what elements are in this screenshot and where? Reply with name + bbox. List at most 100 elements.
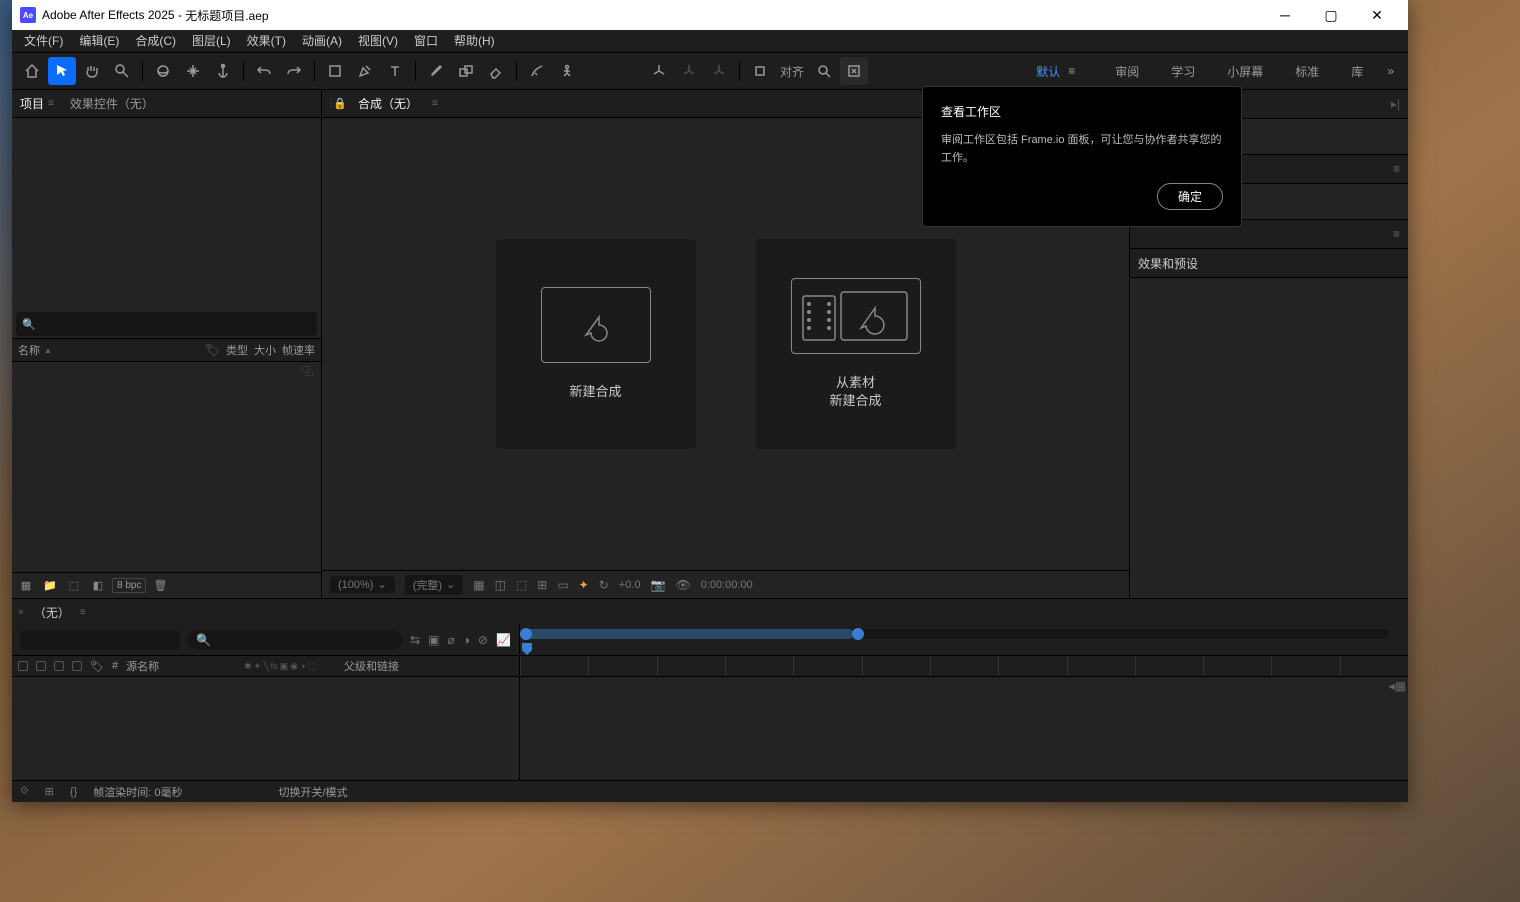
hamburger-icon[interactable]: ≡ [426,98,444,109]
toggle-switches-modes[interactable]: 切换开关/模式 [279,784,348,800]
tooltip-ok-button[interactable]: 确定 [1157,183,1223,210]
timecode[interactable]: 0:00:00:00 [701,579,753,591]
hamburger-icon[interactable]: ≡ [1393,227,1400,241]
zoom-handle-left[interactable] [520,628,532,640]
timeline-tab-none[interactable]: （无） [30,604,74,621]
audio-header-icon[interactable] [36,661,46,671]
new-folder-icon[interactable]: 📁 [40,577,60,595]
lock-header-icon[interactable] [72,661,82,671]
panel-grip-icon[interactable]: ⋮⋮ [322,98,330,109]
comp-mini-flowchart-icon[interactable]: ⇆ [410,633,420,647]
text-tool[interactable] [381,57,409,85]
roto-tool[interactable] [523,57,551,85]
workspace-review[interactable]: 审阅 [1099,53,1155,89]
interpret-footage-icon[interactable]: ▦ [16,577,36,595]
timeline-tracks[interactable]: ◂▦ [520,677,1408,780]
timeline-navigator[interactable] [522,629,1388,639]
clone-tool[interactable] [452,57,480,85]
zoom-tool[interactable] [108,57,136,85]
puppet-tool[interactable] [553,57,581,85]
graph-editor-icon[interactable]: 📈 [496,633,511,647]
grid-icon[interactable]: ⊞ [537,578,547,592]
frame-blend-icon[interactable]: ◑ [463,633,470,647]
project-search-input[interactable]: 🔍 [16,312,317,336]
hand-tool[interactable] [78,57,106,85]
workspace-small[interactable]: 小屏幕 [1211,53,1279,89]
home-button[interactable] [18,57,46,85]
eye-header-icon[interactable] [18,661,28,671]
window-maximize-button[interactable]: ▢ [1308,0,1354,30]
menu-help[interactable]: 帮助(H) [446,30,503,52]
new-comp-icon[interactable]: ⬚ [64,577,84,595]
new-comp-from-footage-card[interactable]: 从素材新建合成 [756,239,956,449]
resolution-dropdown[interactable]: (完整) ⌄ [405,575,464,595]
rectangle-tool[interactable] [321,57,349,85]
eraser-tool[interactable] [482,57,510,85]
menu-file[interactable]: 文件(F) [16,30,71,52]
hamburger-icon[interactable]: ≡ [74,607,92,618]
pan-behind-tool[interactable] [179,57,207,85]
label-header-icon[interactable]: 🏷 [90,660,104,673]
orbit-tool[interactable] [149,57,177,85]
menu-edit[interactable]: 编辑(E) [71,30,127,52]
zoom-dropdown[interactable]: (100%) ⌄ [330,576,395,593]
3d-axis-local-icon[interactable] [645,57,673,85]
playhead-icon[interactable] [522,643,532,655]
toggle-in-out-icon[interactable]: {} [70,786,77,798]
3d-axis-view-icon[interactable] [705,57,733,85]
anchor-tool[interactable] [209,57,237,85]
adjust-icon[interactable]: ◧ [88,577,108,595]
col-source-name[interactable]: 源名称 [126,658,236,674]
workspace-library[interactable]: 库 [1335,53,1379,89]
bpc-indicator[interactable]: 8 bpc [112,578,146,593]
timeline-search-input[interactable]: 🔍 [188,630,402,650]
reset-exposure-icon[interactable]: ↻ [599,578,609,592]
undo-icon[interactable] [250,57,278,85]
shy-icon[interactable]: ⌀ [448,633,455,647]
snapping-extend-icon[interactable] [840,57,868,85]
hamburger-icon[interactable]: ≡ [1393,162,1400,176]
motion-blur-icon[interactable]: ⊘ [478,633,488,647]
show-snapshot-icon[interactable]: 👁 [675,578,690,592]
window-minimize-button[interactable]: ─ [1262,0,1308,30]
col-parent-link[interactable]: 父级和链接 [344,658,399,674]
zoom-handle-right[interactable] [852,628,864,640]
nav-forward-icon[interactable]: ▸| [1391,97,1400,111]
index-header[interactable]: # [112,660,118,672]
color-mgmt-icon[interactable]: ✦ [579,578,589,592]
toggle-modes-icon[interactable]: ⊞ [45,785,54,798]
col-type[interactable]: 类型 [226,342,248,358]
menu-effect[interactable]: 效果(T) [239,30,294,52]
pen-tool[interactable] [351,57,379,85]
timeline-layers[interactable] [12,677,519,780]
selection-tool[interactable] [48,57,76,85]
snapshot-icon[interactable]: 📷 [651,578,666,592]
tab-effect-controls[interactable]: 效果控件（无） [62,90,162,117]
menu-anim[interactable]: 动画(A) [294,30,350,52]
time-ruler[interactable] [520,655,1408,677]
project-item-list[interactable] [12,380,321,572]
label-icon[interactable]: 🏷 [205,343,220,357]
menu-view[interactable]: 视图(V) [350,30,406,52]
menu-layer[interactable]: 图层(L) [184,30,239,52]
hamburger-icon[interactable]: ≡ [48,98,54,109]
hamburger-icon[interactable]: ≡ [1060,64,1083,78]
timecode-input[interactable] [20,630,180,650]
col-size[interactable]: 大小 [254,342,276,358]
col-fps[interactable]: 帧速率 [282,342,315,358]
tab-composition[interactable]: 合成（无） [350,90,426,117]
trash-icon[interactable]: 🗑 [150,577,170,595]
workspace-default[interactable]: 默认≡ [1020,53,1099,89]
roi-icon[interactable]: ⬚ [516,578,527,592]
menu-comp[interactable]: 合成(C) [127,30,184,52]
solo-header-icon[interactable] [54,661,64,671]
toggle-switches-icon[interactable]: ⟐ [20,785,29,798]
flowchart-icon[interactable]: ⿻ [302,363,313,379]
draft3d-icon[interactable]: ▣ [428,633,439,647]
new-composition-card[interactable]: 新建合成 [496,239,696,449]
snap-toggle[interactable] [746,57,774,85]
workspace-standard[interactable]: 标准 [1279,53,1335,89]
window-close-button[interactable]: ✕ [1354,0,1400,30]
search-tool-icon[interactable] [810,57,838,85]
workspace-overflow-icon[interactable]: » [1379,64,1402,78]
